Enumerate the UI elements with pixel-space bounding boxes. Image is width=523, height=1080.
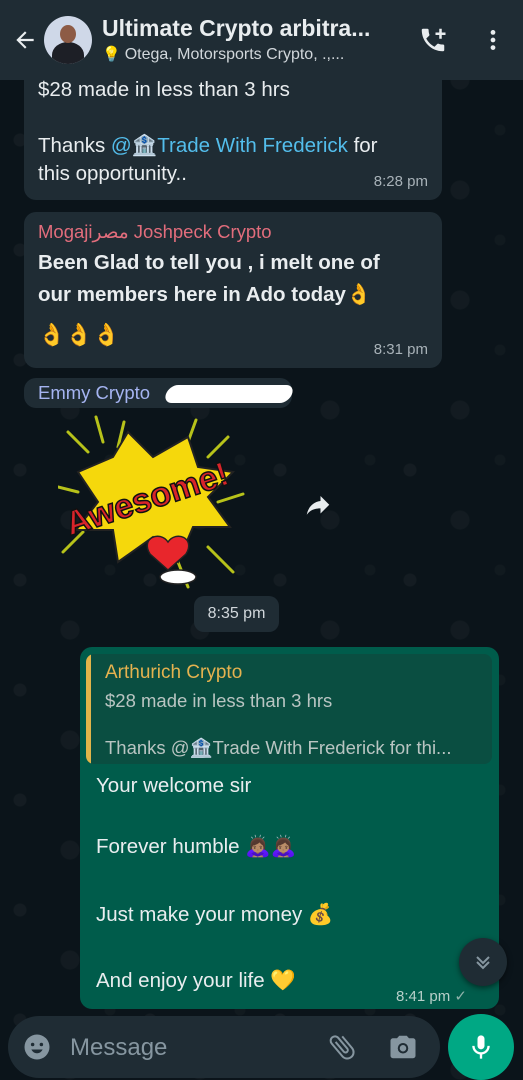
chat-header: Ultimate Crypto arbitra... 💡 Otega, Motor… <box>0 0 523 80</box>
group-title: Ultimate Crypto arbitra... <box>102 15 371 41</box>
camera-icon[interactable] <box>388 1032 418 1062</box>
back-arrow-icon <box>16 31 34 49</box>
message-line: Forever humble 🙇🏽‍♀️🙇🏽‍♀️ <box>96 835 297 858</box>
members-text: Otega, Motorsports Crypto, .,... <box>124 46 345 63</box>
message-time: 8:28 pm <box>373 173 428 190</box>
message-line: this opportunity.. <box>38 162 187 185</box>
attach-icon[interactable] <box>326 1031 358 1063</box>
sender-name[interactable]: Emmy Crypto <box>38 381 150 405</box>
sent-tick-icon: ✓ <box>454 988 467 1005</box>
more-vert-icon <box>490 30 496 50</box>
quoted-message[interactable]: Arthurich Crypto $28 made in less than 3… <box>86 654 492 764</box>
sticker-sender-chip[interactable]: Emmy Crypto <box>24 378 296 408</box>
quoted-line: $28 made in less than 3 hrs <box>105 690 333 711</box>
message-line: Your welcome sir <box>96 774 252 797</box>
voice-message-button[interactable] <box>448 1014 514 1080</box>
scroll-to-bottom-button[interactable] <box>459 938 507 986</box>
sender-name[interactable]: Mogajiمصر Joshpeck Crypto <box>38 220 272 244</box>
message-input[interactable]: Message <box>70 1034 167 1062</box>
group-members-subtitle: 💡 Otega, Motorsports Crypto, .,... <box>102 44 402 66</box>
forward-button[interactable] <box>298 486 338 526</box>
text-fragment: for <box>347 134 378 157</box>
message-emojis: 👌👌👌 <box>38 322 121 347</box>
timestamp-chip: 8:35 pm <box>194 596 279 632</box>
text-fragment: Thanks <box>38 134 111 157</box>
lightbulb-icon: 💡 <box>102 46 121 63</box>
message-line: our members here in Ado today👌 <box>38 283 372 306</box>
quoted-sender: Arthurich Crypto <box>105 662 243 683</box>
forward-icon <box>306 496 330 515</box>
message-time: 8:41 pm ✓ <box>396 987 467 1005</box>
quoted-line: Thanks @🏦Trade With Frederick for thi... <box>105 737 452 758</box>
message-composer[interactable]: Message <box>8 1016 440 1078</box>
message-time: 8:31 pm <box>373 341 428 358</box>
group-avatar[interactable] <box>44 16 92 64</box>
message-line: Thanks @🏦Trade With Frederick for <box>38 131 378 160</box>
scroll-down-icon <box>476 956 490 970</box>
quote-bar <box>86 654 91 764</box>
mention-link[interactable]: @🏦Trade With Frederick <box>111 134 348 157</box>
mic-icon <box>472 1035 490 1059</box>
message-line: Just make your money 💰 <box>96 903 334 926</box>
time-text: 8:41 pm <box>396 988 451 1005</box>
message-line: Been Glad to tell you , i melt one of <box>38 251 380 274</box>
add-call-button[interactable] <box>403 0 463 80</box>
redaction-scribble <box>162 385 296 403</box>
message-bubble-incoming[interactable]: $28 made in less than 3 hrs Thanks @🏦Tra… <box>24 60 442 200</box>
group-info[interactable]: Ultimate Crypto arbitra... 💡 Otega, Motor… <box>102 14 402 66</box>
message-line: And enjoy your life 💛 <box>96 969 296 992</box>
more-options-button[interactable] <box>463 0 523 80</box>
back-button[interactable] <box>6 0 44 80</box>
message-bubble-incoming[interactable]: Mogajiمصر Joshpeck Crypto Been Glad to t… <box>24 212 442 368</box>
emoji-icon[interactable] <box>22 1032 52 1062</box>
add-call-icon <box>421 28 446 52</box>
awesome-sticker[interactable]: Awesome! <box>58 412 248 592</box>
